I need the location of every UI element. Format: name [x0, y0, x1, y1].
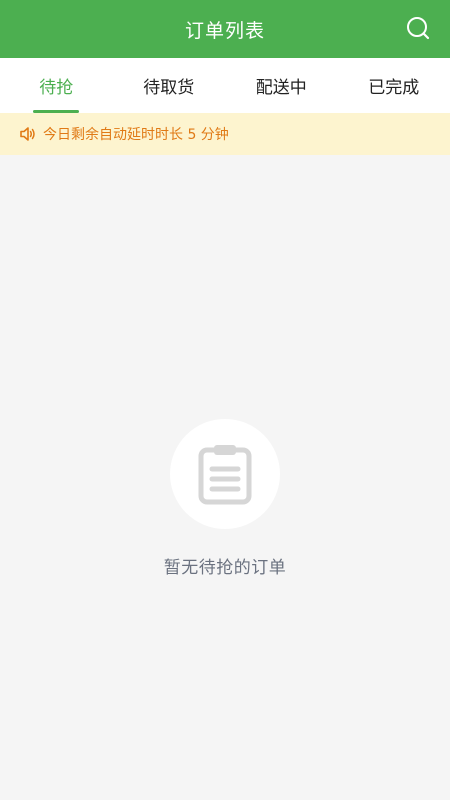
speaker-icon	[19, 125, 37, 143]
search-button[interactable]	[404, 14, 432, 42]
tab-bar: 待抢 待取货 配送中 已完成	[0, 58, 450, 113]
tab-pickup[interactable]: 待取货	[113, 58, 226, 113]
clipboard-icon	[198, 445, 252, 505]
empty-icon-circle	[170, 419, 280, 529]
tab-label: 待取货	[143, 78, 195, 98]
page-title: 订单列表	[184, 19, 265, 42]
empty-state-message: 暂无待抢的订单	[163, 558, 287, 578]
tab-completed[interactable]: 已完成	[338, 58, 450, 113]
tab-label: 待抢	[39, 78, 74, 98]
tab-label: 已完成	[368, 78, 420, 98]
tab-delivering[interactable]: 配送中	[225, 58, 338, 113]
notice-bar: 今日剩余自动延时时长 5 分钟	[0, 113, 450, 155]
notice-text: 今日剩余自动延时时长 5 分钟	[43, 127, 229, 143]
header-bar: 订单列表	[0, 0, 450, 58]
tab-grab[interactable]: 待抢	[0, 58, 113, 113]
empty-state: 暂无待抢的订单	[0, 419, 450, 578]
tab-label: 配送中	[255, 78, 307, 98]
search-icon	[407, 17, 430, 40]
app-screen: 订单列表 待抢 待取货 配送中 已完成 今日剩余自动延时时长 5 分钟 暂无待抢…	[0, 0, 450, 800]
